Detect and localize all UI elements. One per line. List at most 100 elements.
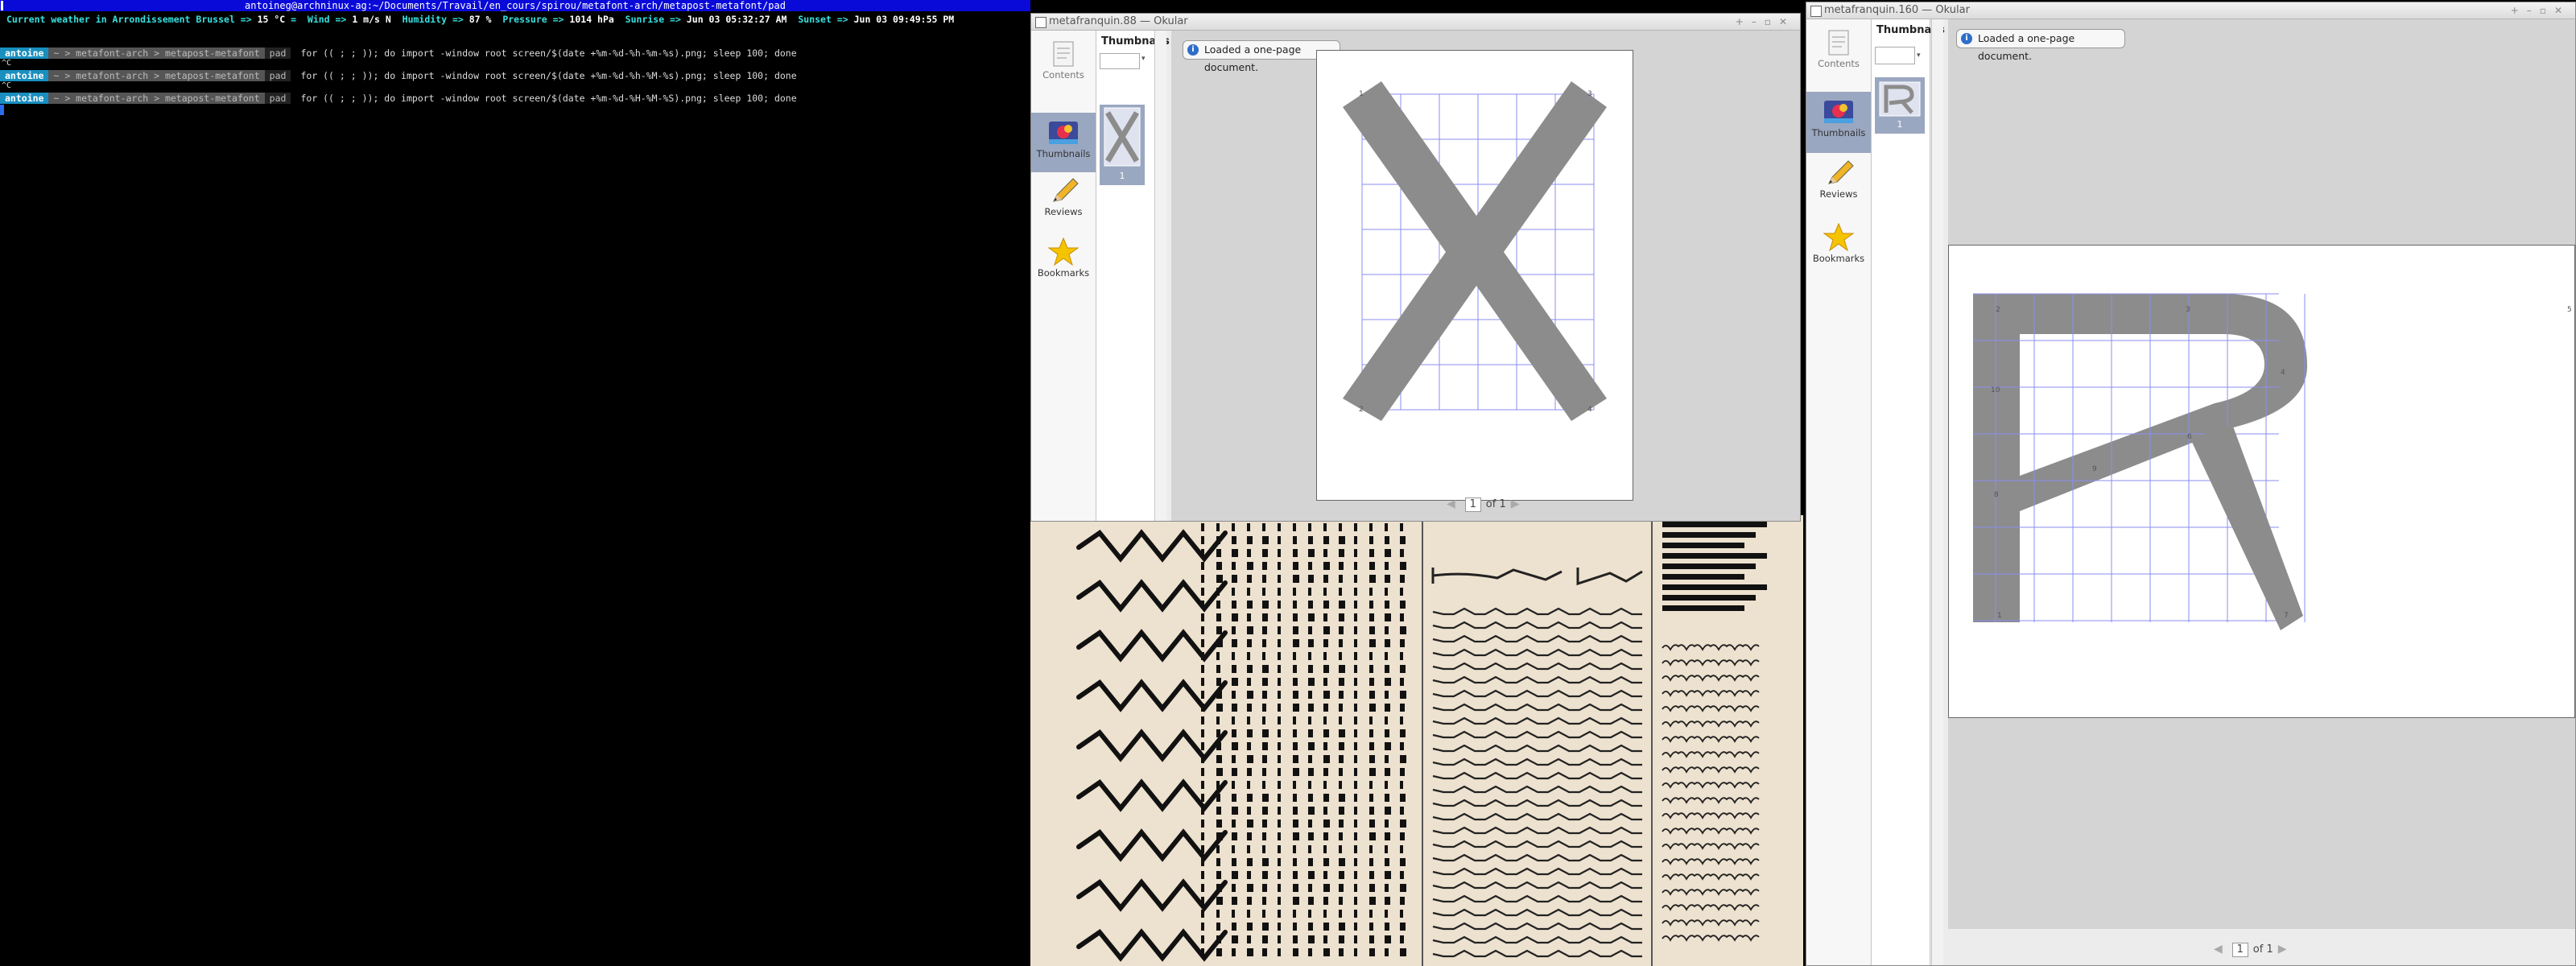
okular-right-titlebar[interactable]: metafranquin.160 — Okular +–▫✕: [1806, 2, 2575, 19]
tick-mark: [1293, 575, 1299, 583]
tick-mark: [1369, 549, 1374, 557]
page-number-input[interactable]: 1: [1464, 497, 1481, 512]
okular-left-pager: ◀ 1 of 1 ▶: [1442, 497, 1525, 512]
terminal-window[interactable]: antoineg@archninux-ag:~/Documents/Travai…: [0, 0, 1030, 966]
tick-mark: [1232, 665, 1236, 673]
tick-mark: [1201, 858, 1204, 866]
tick-mark: [1354, 755, 1357, 763]
tick-mark: [1323, 871, 1327, 879]
terminal-prompt-line[interactable]: antoine ~ > metafont-arch > metapost-meta…: [0, 69, 797, 82]
tick-mark: [1339, 845, 1342, 853]
page-number-input[interactable]: 1: [2231, 943, 2248, 957]
tick-mark: [1323, 639, 1328, 647]
tick-mark: [1278, 948, 1281, 956]
prompt-branch: pad: [264, 93, 291, 104]
tick-mark: [1216, 665, 1220, 673]
okular-window-left[interactable]: metafranquin.88 — Okular +–▫✕ Contents T…: [1030, 13, 1801, 522]
tab-bookmarks[interactable]: Bookmarks: [1806, 222, 1871, 280]
tick-mark: [1339, 897, 1343, 905]
tab-bookmarks[interactable]: Bookmarks: [1031, 237, 1096, 295]
tick-mark: [1247, 665, 1253, 673]
tick-mark: [1293, 871, 1298, 879]
okular-left-document-view[interactable]: i Loaded a one-page document. 1 3 2 4: [1171, 31, 1800, 521]
tick-mark: [1308, 626, 1312, 634]
window-controls[interactable]: +–▫✕: [1736, 14, 1795, 30]
okular-app-icon: [1810, 6, 1822, 17]
okular-left-titlebar[interactable]: metafranquin.88 — Okular +–▫✕: [1031, 14, 1800, 31]
tick-mark: [1369, 742, 1374, 750]
tick-mark: [1339, 781, 1342, 789]
tick-mark: [1216, 626, 1222, 634]
tick-mark: [1323, 575, 1328, 583]
thumbnail-scrollbar[interactable]: [1931, 19, 1943, 965]
tick-mark: [1232, 601, 1236, 609]
tick-mark: [1201, 652, 1204, 660]
tab-reviews[interactable]: Reviews: [1031, 175, 1096, 233]
next-page-icon[interactable]: ▶: [1511, 497, 1520, 510]
tick-mark: [1400, 549, 1404, 557]
tick-mark: [1369, 768, 1376, 776]
tick-mark: [1323, 819, 1330, 828]
previous-page-icon[interactable]: ◀: [1447, 497, 1455, 510]
thumbnail-page-number: 1: [1119, 171, 1125, 181]
tick-mark: [1293, 948, 1298, 956]
tab-reviews[interactable]: Reviews: [1806, 158, 1871, 216]
tick-mark: [1232, 794, 1236, 802]
tick-mark: [1323, 794, 1329, 802]
tick-mark: [1400, 665, 1406, 673]
window-controls[interactable]: +–▫✕: [2511, 2, 2570, 19]
thumbnail-search-input[interactable]: [1100, 53, 1140, 69]
tick-mark: [1308, 845, 1311, 853]
tick-mark: [1400, 678, 1404, 686]
tick-mark: [1201, 639, 1204, 647]
terminal-prompt-line[interactable]: antoine ~ > metafont-arch > metapost-meta…: [0, 47, 797, 60]
tick-mark: [1262, 536, 1269, 544]
tick-mark: [1278, 935, 1281, 943]
tick-mark: [1201, 691, 1204, 699]
terminal-prompt-line[interactable]: antoine ~ > metafont-arch > metapost-meta…: [0, 92, 797, 105]
prompt-branch: pad: [264, 70, 291, 81]
tick-mark: [1216, 832, 1223, 840]
next-page-icon[interactable]: ▶: [2278, 943, 2287, 956]
tick-mark: [1323, 523, 1327, 531]
okular-window-right[interactable]: metafranquin.160 — Okular +–▫✕ Contents …: [1806, 2, 2576, 966]
thumbnail-filter-dropdown[interactable]: ▾: [1917, 52, 1926, 63]
tick-mark: [1323, 742, 1327, 750]
tab-thumbnails[interactable]: Thumbnails: [1806, 92, 1871, 153]
tick-mark: [1278, 665, 1281, 673]
okular-right-document-view[interactable]: i Loaded a one-page document. 2 3 4 5 6 …: [1948, 19, 2575, 929]
tick-mark: [1339, 652, 1342, 660]
tick-mark: [1232, 755, 1236, 763]
tick-mark: [1369, 523, 1373, 531]
tick-mark: [1354, 562, 1357, 570]
tick-mark: [1385, 575, 1390, 583]
thumbnail-filter-dropdown[interactable]: ▾: [1141, 55, 1151, 66]
thumbnail-scrollbar[interactable]: [1154, 31, 1166, 521]
thumbnail-page-1[interactable]: 1: [1875, 77, 1925, 134]
tick-mark: [1262, 613, 1268, 621]
tab-contents[interactable]: Contents: [1806, 27, 1871, 84]
thumbnail-page-1[interactable]: 1: [1100, 105, 1145, 185]
tick-mark: [1262, 948, 1267, 956]
tab-thumbnails[interactable]: Thumbnails: [1031, 113, 1096, 172]
tick-mark: [1216, 781, 1220, 789]
tick-mark: [1232, 536, 1236, 544]
tick-mark: [1385, 910, 1388, 918]
tick-mark: [1201, 845, 1204, 853]
tick-mark: [1247, 716, 1250, 724]
tick-mark: [1293, 935, 1298, 943]
weather-pressure: 1014 hPa: [569, 14, 614, 25]
contents-icon: [1828, 30, 1849, 56]
tick-mark: [1247, 536, 1253, 544]
tick-mark: [1293, 562, 1298, 570]
loaded-notice-text: Loaded a one-page document.: [1204, 43, 1302, 73]
tick-mark: [1262, 575, 1266, 583]
tick-mark: [1262, 910, 1265, 918]
tick-mark: [1385, 704, 1390, 712]
previous-page-icon[interactable]: ◀: [2214, 943, 2223, 956]
tab-contents[interactable]: Contents: [1031, 39, 1096, 95]
tick-mark: [1278, 819, 1281, 828]
tick-mark: [1247, 742, 1251, 750]
thumbnail-search-input[interactable]: [1875, 47, 1915, 64]
tick-mark: [1308, 716, 1311, 724]
